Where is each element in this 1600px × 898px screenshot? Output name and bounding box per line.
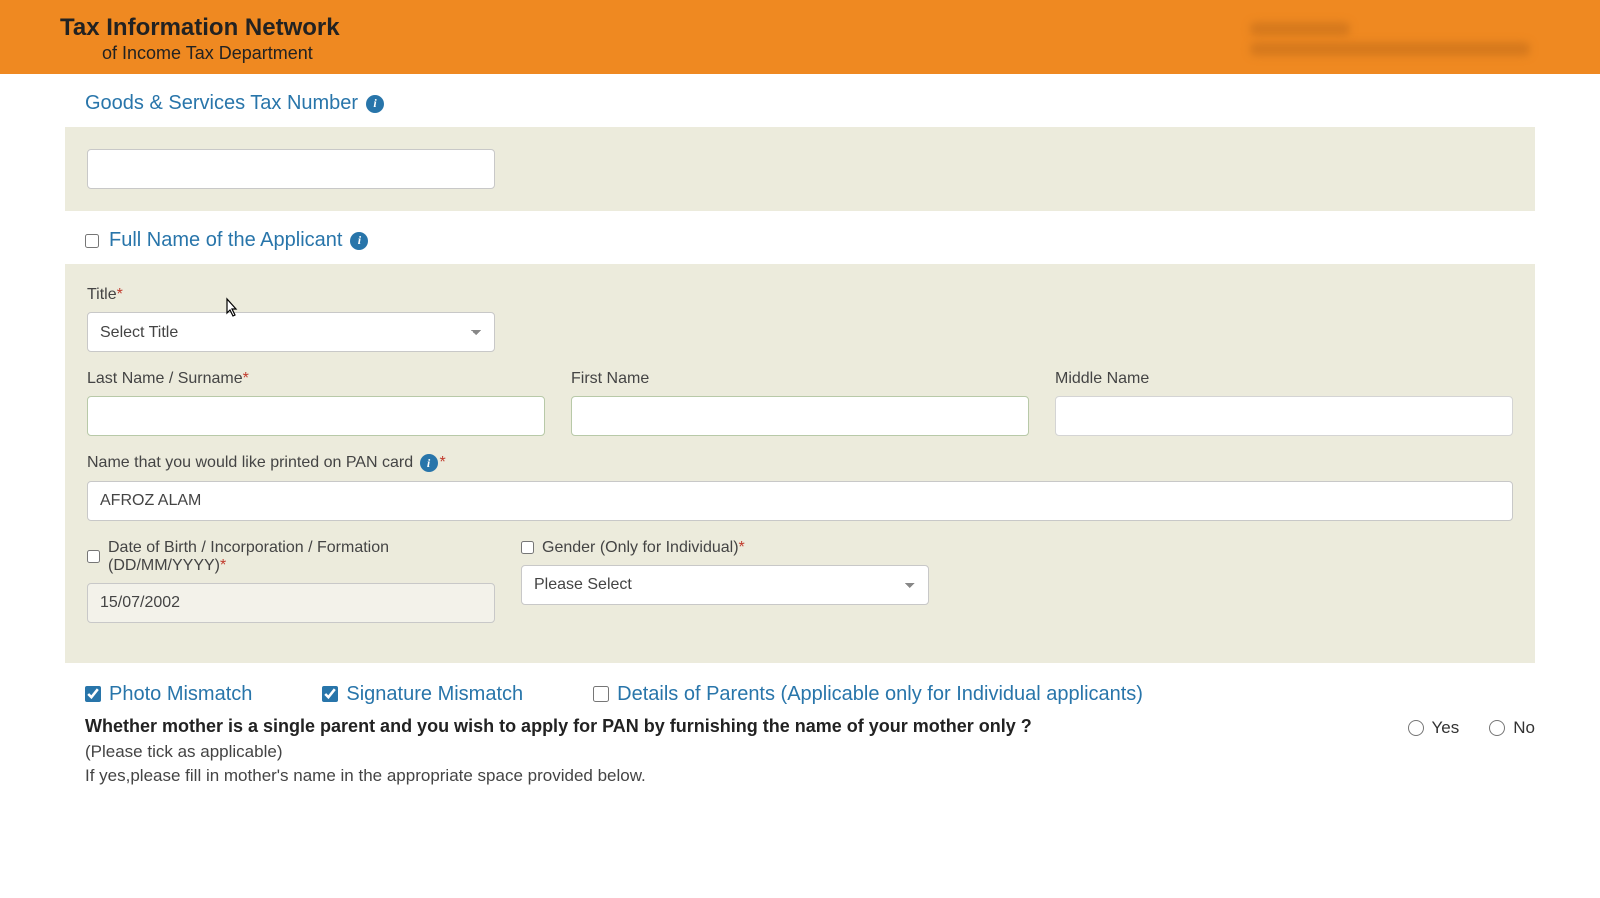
gender-select[interactable]: Please Select <box>521 565 929 605</box>
photo-mismatch-checkbox[interactable] <box>85 686 101 702</box>
signature-mismatch-label[interactable]: Signature Mismatch <box>322 683 523 706</box>
page-content: Goods & Services Tax Number i Full Name … <box>0 92 1600 817</box>
title-select[interactable]: Select Title <box>87 312 495 352</box>
mother-question-text: Whether mother is a single parent and yo… <box>85 716 1368 737</box>
logo-subtitle: of Income Tax Department <box>60 43 340 65</box>
name-section-checkbox[interactable] <box>85 234 99 248</box>
gender-label[interactable]: Gender (Only for Individual)* <box>521 539 929 557</box>
name-section-head: Full Name of the Applicant i <box>85 229 1535 252</box>
printname-label: Name that you would like printed on PAN … <box>87 454 1513 472</box>
gst-title: Goods & Services Tax Number <box>85 92 358 115</box>
name-section-checkbox-label[interactable]: Full Name of the Applicant <box>85 229 342 252</box>
firstname-label: First Name <box>571 370 1029 388</box>
mother-no-radio[interactable] <box>1489 720 1505 736</box>
middlename-input[interactable] <box>1055 396 1513 436</box>
info-icon[interactable]: i <box>350 232 368 250</box>
printname-input[interactable] <box>87 481 1513 521</box>
middlename-label: Middle Name <box>1055 370 1513 388</box>
mismatch-row: Photo Mismatch Signature Mismatch Detail… <box>85 683 1535 706</box>
lastname-label: Last Name / Surname* <box>87 370 545 388</box>
name-title: Full Name of the Applicant <box>109 229 342 252</box>
app-header: Tax Information Network of Income Tax De… <box>0 0 1600 74</box>
mother-hint2: If yes,please fill in mother's name in t… <box>85 766 1535 786</box>
mother-yes-radio[interactable] <box>1408 720 1424 736</box>
mother-question-radios: Yes No <box>1408 718 1535 738</box>
parents-details-label[interactable]: Details of Parents (Applicable only for … <box>593 683 1143 706</box>
gst-panel <box>65 127 1535 211</box>
header-right-blur <box>1250 22 1540 56</box>
info-icon[interactable]: i <box>420 454 438 472</box>
dob-checkbox[interactable] <box>87 550 100 563</box>
dob-input[interactable] <box>87 583 495 623</box>
mother-no-label[interactable]: No <box>1489 718 1535 738</box>
logo-block: Tax Information Network of Income Tax De… <box>60 14 340 64</box>
photo-mismatch-label[interactable]: Photo Mismatch <box>85 683 252 706</box>
lastname-input[interactable] <box>87 396 545 436</box>
dob-label[interactable]: Date of Birth / Incorporation / Formatio… <box>87 539 495 575</box>
name-panel: Title* Select Title Last Name / Surname*… <box>65 264 1535 662</box>
mother-hint1: (Please tick as applicable) <box>85 742 1535 762</box>
mother-yes-label[interactable]: Yes <box>1408 718 1460 738</box>
parents-details-checkbox[interactable] <box>593 686 609 702</box>
gst-input[interactable] <box>87 149 495 189</box>
mother-question-row: Whether mother is a single parent and yo… <box>85 716 1535 738</box>
firstname-input[interactable] <box>571 396 1029 436</box>
title-field-label: Title* <box>87 286 495 304</box>
info-icon[interactable]: i <box>366 95 384 113</box>
gst-section-head: Goods & Services Tax Number i <box>85 92 1535 115</box>
gender-checkbox[interactable] <box>521 541 534 554</box>
signature-mismatch-checkbox[interactable] <box>322 686 338 702</box>
logo-title: Tax Information Network <box>60 14 340 43</box>
